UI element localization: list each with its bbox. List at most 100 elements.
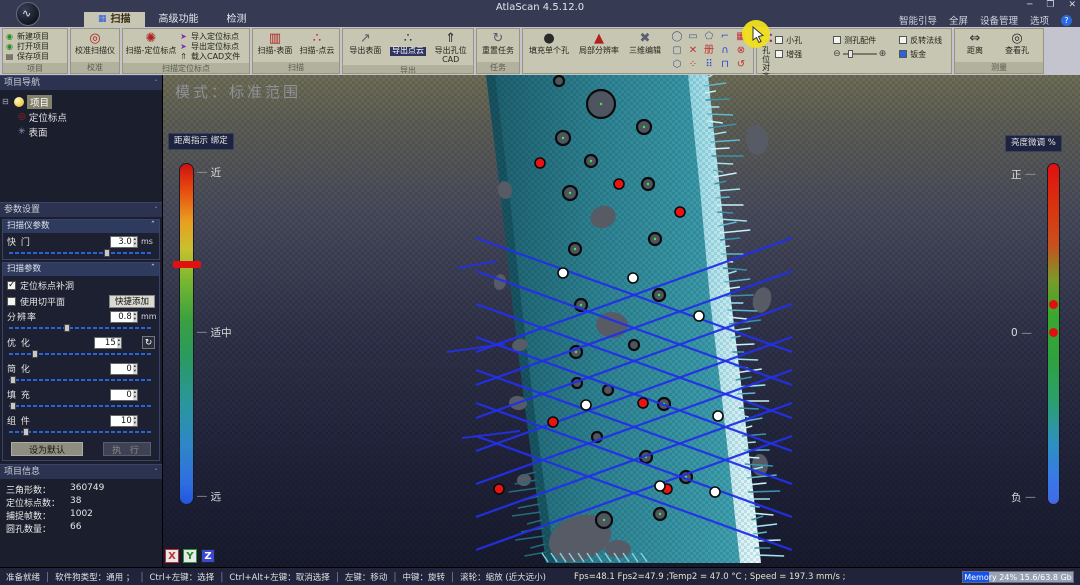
- quick-add-button[interactable]: 快捷添加: [109, 295, 155, 308]
- collapse-icon[interactable]: ˆ: [154, 465, 158, 479]
- slider-plus-icon[interactable]: ⊕: [879, 49, 887, 59]
- menu-options[interactable]: 选项: [1030, 13, 1049, 27]
- param-value[interactable]: 15▴▾: [94, 337, 122, 349]
- scan-pointcloud-button[interactable]: ∴ 扫描-点云: [297, 30, 337, 61]
- param-slider[interactable]: [9, 376, 153, 384]
- select-rect-icon[interactable]: ▭: [685, 30, 701, 44]
- flash-slider[interactable]: ⊖ ⊕: [833, 49, 899, 59]
- select-circle-icon[interactable]: ⬡: [669, 58, 685, 72]
- param-value[interactable]: 0▴▾: [110, 389, 138, 401]
- fill-hole-button[interactable]: ● 填充单个孔: [525, 30, 573, 72]
- spinner-arrows[interactable]: ▴▾: [117, 338, 121, 348]
- viewport-3d[interactable]: 模式：标准范围 距离指示 绑定 ──近 ──适中 ──远 亮度微调 % 正── …: [163, 75, 1080, 567]
- axis-z-button[interactable]: Z: [201, 549, 215, 563]
- axis-y-button[interactable]: Y: [183, 549, 197, 563]
- sheet-metal-checkbox[interactable]: [899, 50, 907, 58]
- maximize-button[interactable]: ❐: [1046, 0, 1054, 10]
- param-slider[interactable]: [9, 324, 153, 332]
- enhance-checkbox[interactable]: [775, 50, 783, 58]
- expand-icon[interactable]: ⊟: [2, 97, 11, 106]
- collapse-icon[interactable]: ˆ: [154, 203, 158, 217]
- scanner-params-title[interactable]: 扫描仪参数 ˆ: [3, 220, 159, 233]
- check-hole-accessory[interactable]: 测孔配件: [833, 35, 899, 46]
- export-targets-button[interactable]: ➤ 导出定位标点: [179, 41, 247, 51]
- edit-3d-button[interactable]: ✖ 三维编辑: [625, 30, 665, 72]
- connect-edge-icon[interactable]: ⌐: [717, 30, 733, 44]
- close-button[interactable]: ✕: [1068, 0, 1076, 10]
- tab-scan[interactable]: ▦ 扫描: [84, 12, 145, 27]
- param-value[interactable]: 10▴▾: [110, 415, 138, 427]
- project-info-header[interactable]: 项目信息 ˆ: [0, 464, 162, 479]
- tab-inspect[interactable]: 检测: [213, 12, 261, 27]
- refresh-button[interactable]: ↻: [142, 336, 155, 349]
- param-slider[interactable]: [9, 402, 153, 410]
- import-targets-button[interactable]: ➤ 导入定位标点: [179, 31, 247, 41]
- grid-dots-icon[interactable]: ⁘: [685, 58, 701, 72]
- check-small-holes[interactable]: 小孔: [775, 35, 833, 46]
- open-project-button[interactable]: ◉ 打开项目: [5, 41, 65, 51]
- bridge-icon[interactable]: ∩: [717, 44, 733, 58]
- shutter-slider[interactable]: [9, 249, 153, 257]
- view-holes-button[interactable]: ◎ 查看孔: [995, 30, 1039, 61]
- scan-surface-icon: ▥: [269, 31, 281, 47]
- params-header[interactable]: 参数设置 ˆ: [0, 202, 162, 217]
- param-value[interactable]: 0.8▴▾: [110, 311, 138, 323]
- select-ellipse-icon[interactable]: ◯: [669, 30, 685, 44]
- menu-device-manager[interactable]: 设备管理: [980, 13, 1018, 27]
- scan-surface-button[interactable]: ▥ 扫描-表面: [255, 30, 295, 61]
- reset-task-button[interactable]: ↻ 重置任务: [479, 30, 517, 61]
- set-default-button[interactable]: 设为默认: [11, 442, 83, 456]
- delete-selection-icon[interactable]: ✕: [685, 44, 701, 58]
- small-holes-checkbox[interactable]: [775, 36, 783, 44]
- collapse-icon[interactable]: ˆ: [154, 76, 158, 90]
- delete-all-icon[interactable]: 册: [701, 44, 717, 58]
- axis-x-button[interactable]: X: [165, 549, 179, 563]
- param-value[interactable]: 0▴▾: [110, 363, 138, 375]
- run-button[interactable]: 执 行: [103, 442, 151, 456]
- clip-plane-checkbox[interactable]: [7, 297, 16, 306]
- param-slider[interactable]: [9, 350, 153, 358]
- select-lasso-icon[interactable]: ▢: [669, 44, 685, 58]
- rotate-icon[interactable]: ↺: [733, 58, 749, 72]
- local-resolution-button[interactable]: ▲ 局部分辨率: [575, 30, 623, 72]
- shutter-value[interactable]: 3.0 ▴▾: [110, 236, 138, 248]
- export-surface-button[interactable]: ↗ 导出表面: [345, 30, 386, 64]
- param-slider[interactable]: [9, 428, 153, 436]
- check-enhance[interactable]: 增强: [775, 49, 833, 60]
- spinner-arrows[interactable]: ▴▾: [133, 312, 137, 322]
- scan-targets-button[interactable]: ✺ 扫描-定位标点: [125, 30, 177, 62]
- load-cad-button[interactable]: ⇑ 载入CAD文件: [179, 51, 247, 61]
- check-invert-normals[interactable]: 反转法线: [899, 35, 957, 46]
- u-shape-icon[interactable]: ⊓: [717, 58, 733, 72]
- tree-item-surface[interactable]: ✳ 表面: [2, 124, 160, 139]
- hole-accessory-checkbox[interactable]: [833, 36, 841, 44]
- export-pointcloud-button[interactable]: ∴ 导出点云: [388, 30, 429, 64]
- matrix-icon[interactable]: ⠿: [701, 58, 717, 72]
- slider-minus-icon[interactable]: ⊖: [833, 49, 841, 59]
- export-holes-cad-button[interactable]: ⇑ 导出孔位CAD: [430, 30, 471, 64]
- invert-normals-checkbox[interactable]: [899, 36, 907, 44]
- fill-targets-checkbox[interactable]: [7, 281, 16, 290]
- distance-button[interactable]: ⇔ 距离: [957, 30, 993, 61]
- distance-indicator-header[interactable]: 距离指示 绑定: [168, 133, 234, 150]
- calibrate-scanner-button[interactable]: ◎ 校准扫描仪: [73, 30, 117, 61]
- clip-plane-row[interactable]: 使用切平面 快捷添加: [3, 292, 159, 308]
- check-sheet-metal[interactable]: 钣金: [899, 49, 957, 60]
- project-nav-header[interactable]: 项目导航 ˆ: [0, 75, 162, 90]
- new-project-button[interactable]: ◉ 新建项目: [5, 31, 65, 41]
- spinner-arrows[interactable]: ▴▾: [133, 364, 137, 374]
- brightness-adjust-header[interactable]: 亮度微调 %: [1005, 135, 1062, 152]
- scan-params-title[interactable]: 扫描参数 ˆ: [3, 263, 159, 276]
- spinner-arrows[interactable]: ▴▾: [133, 416, 137, 426]
- menu-fullscreen[interactable]: 全屏: [949, 13, 968, 27]
- save-project-button[interactable]: ▤ 保存项目: [5, 51, 65, 61]
- menu-smart-guide[interactable]: 智能引导: [899, 13, 937, 27]
- spinner-arrows[interactable]: ▴▾: [133, 390, 137, 400]
- minimize-button[interactable]: ─: [1027, 0, 1032, 10]
- fill-targets-row[interactable]: 定位标点补洞: [3, 276, 159, 292]
- tree-item-targets[interactable]: ◎ 定位标点: [2, 109, 160, 124]
- select-polygon-icon[interactable]: ⬠: [701, 30, 717, 44]
- tab-advanced[interactable]: 高级功能: [145, 12, 213, 27]
- tree-item-project[interactable]: ⊟ 项目: [2, 94, 160, 109]
- help-icon[interactable]: ?: [1061, 15, 1072, 26]
